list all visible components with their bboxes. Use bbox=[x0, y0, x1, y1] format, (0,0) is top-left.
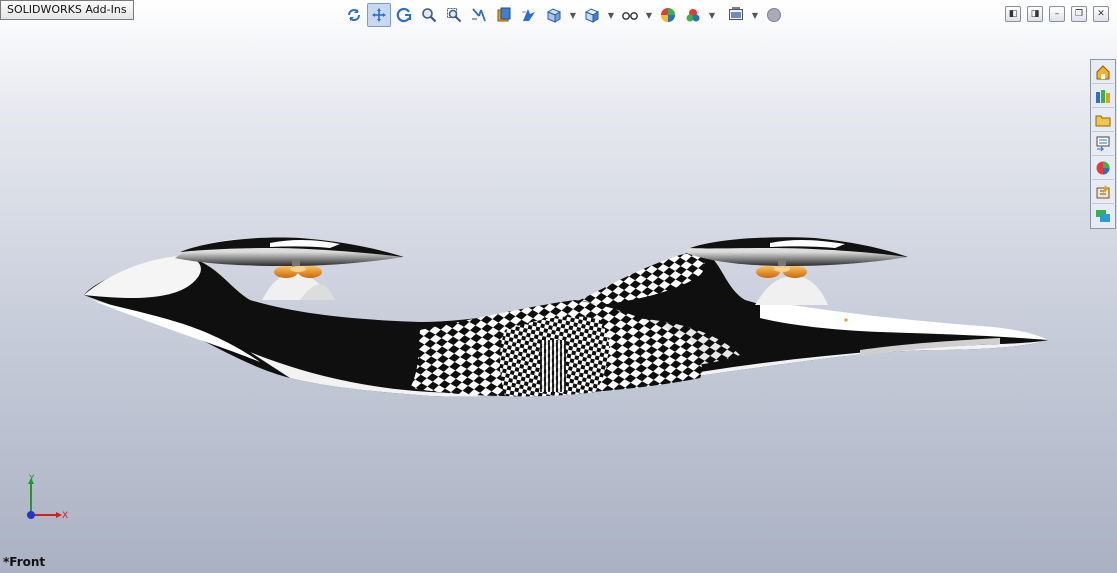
z-axis bbox=[27, 511, 35, 519]
view-orientation-label: *Front bbox=[3, 555, 46, 569]
y-axis-label: Y bbox=[28, 474, 35, 484]
aircraft-model bbox=[84, 237, 1048, 397]
model-viewport[interactable] bbox=[0, 0, 1117, 573]
x-axis-label: X bbox=[62, 511, 68, 521]
reference-triad: Y X bbox=[27, 474, 68, 521]
